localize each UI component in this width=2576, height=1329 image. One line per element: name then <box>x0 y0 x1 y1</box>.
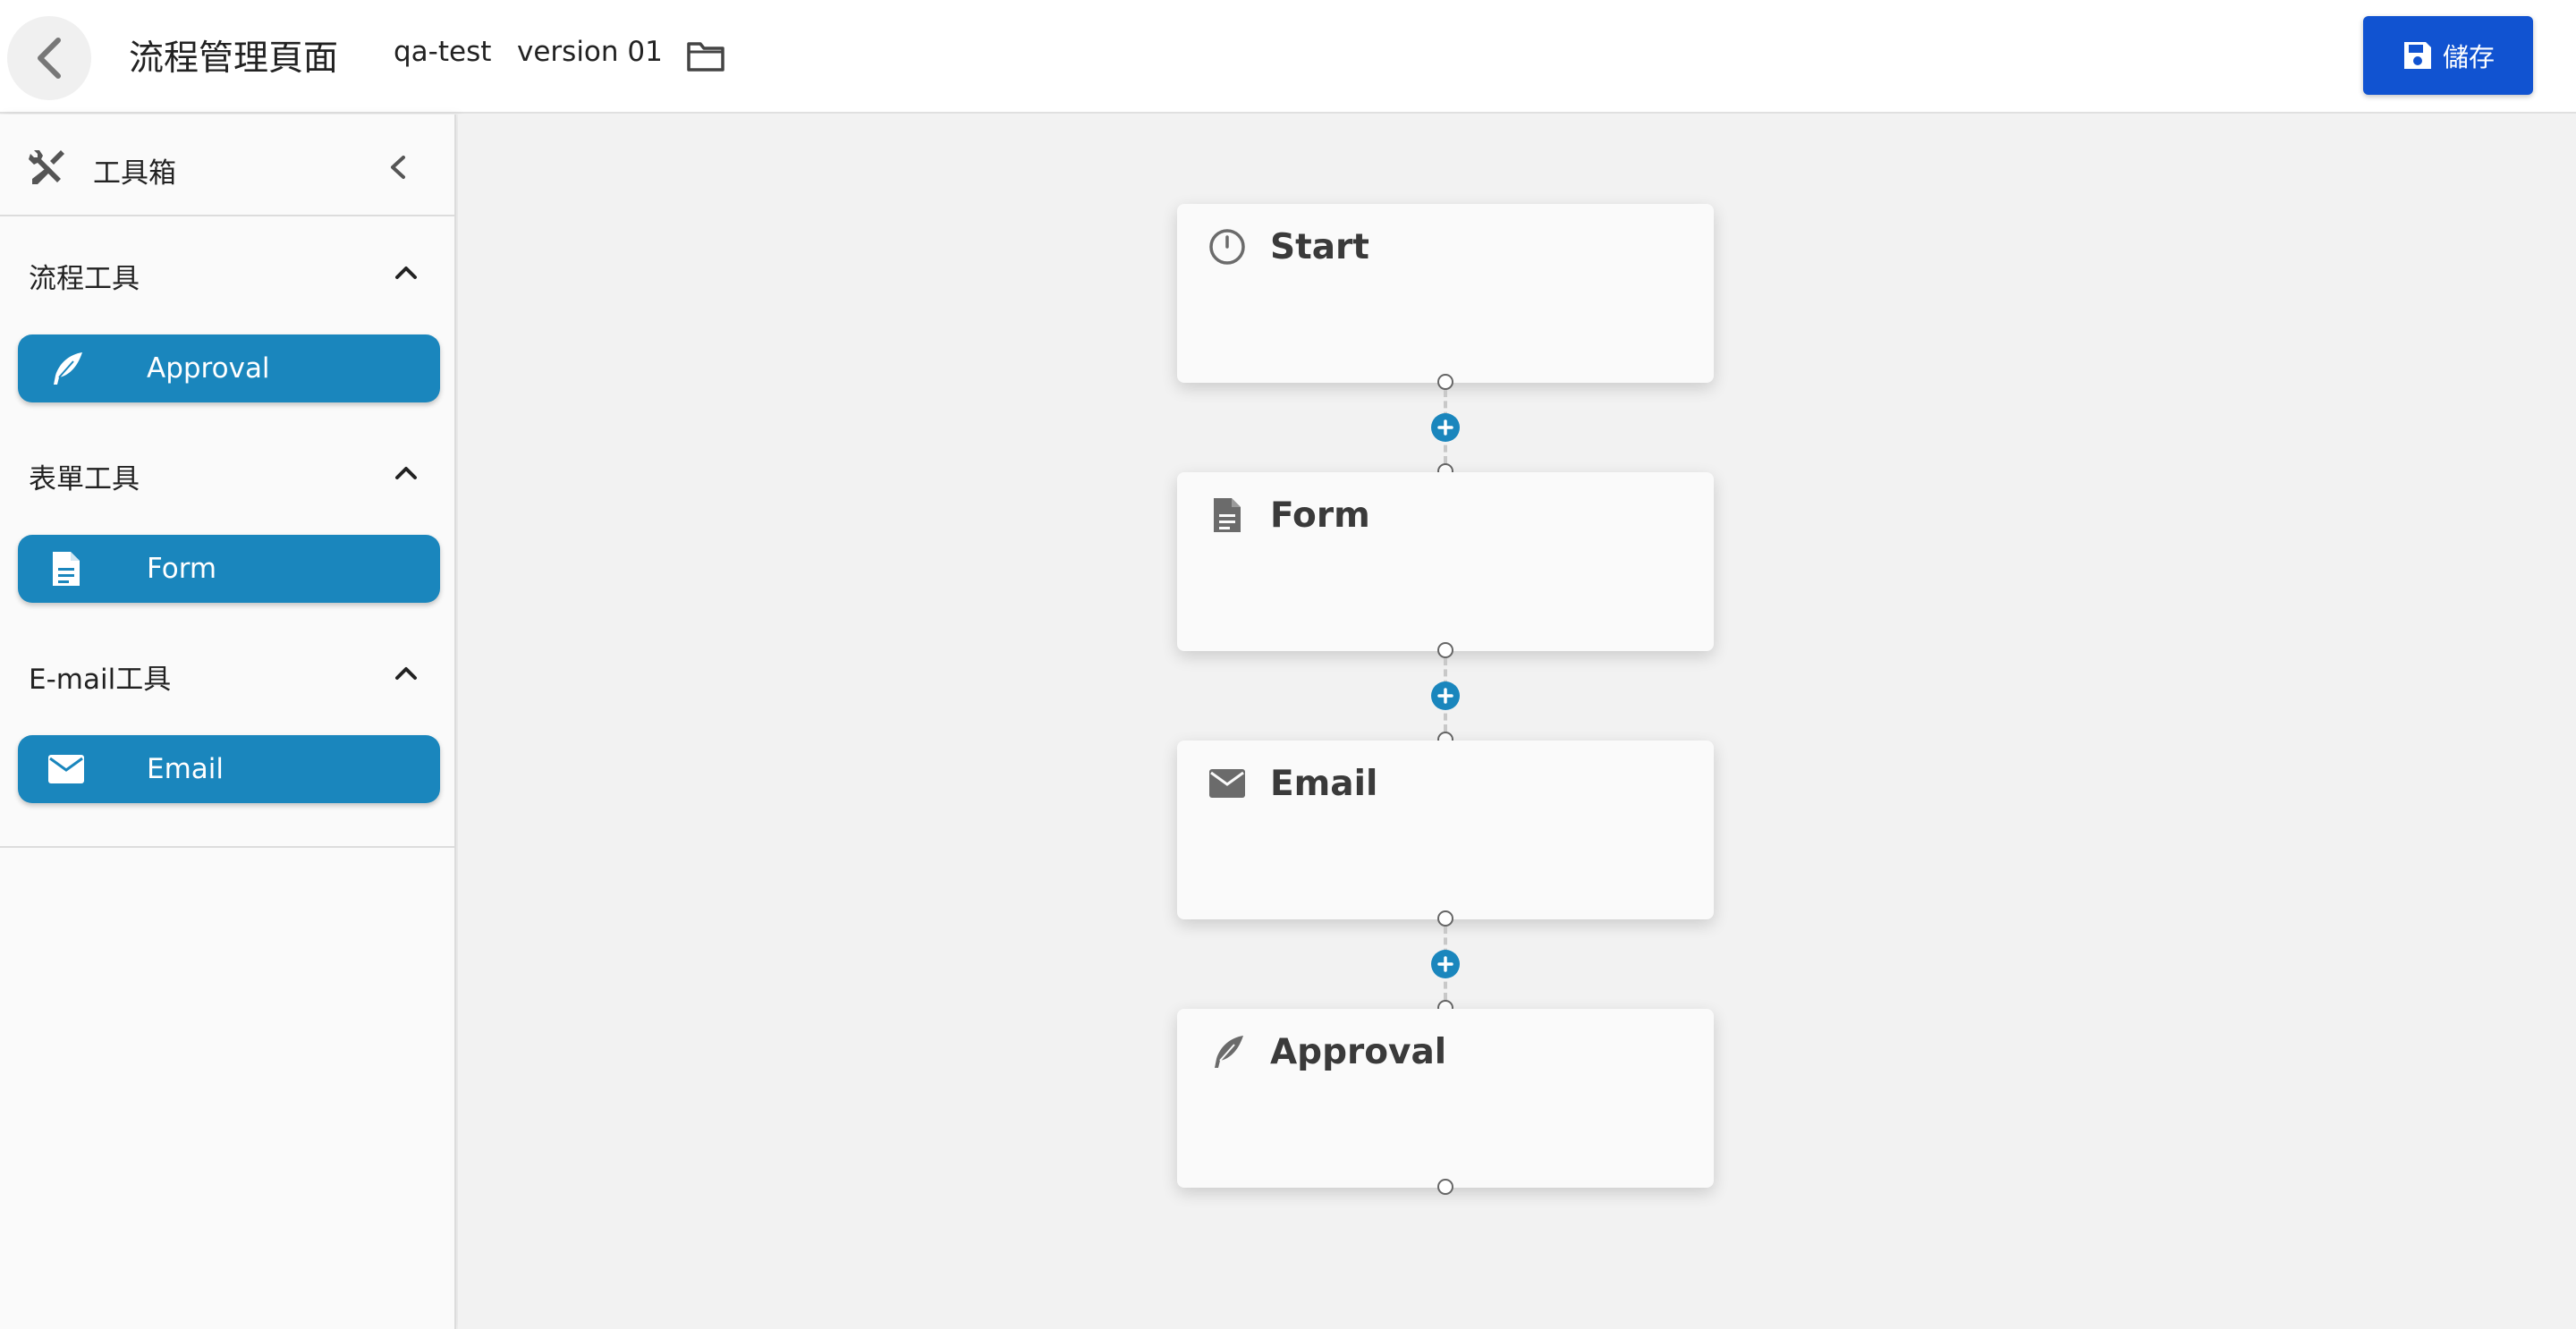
section-header-form-tools[interactable]: 表單工具 <box>0 436 454 508</box>
tool-label: Form <box>147 553 217 585</box>
feather-icon <box>47 349 86 388</box>
flow-canvas[interactable]: Start Form Email Approval <box>458 114 2576 1329</box>
project-name: qa-test <box>394 36 492 68</box>
chevron-up-icon <box>388 454 424 490</box>
plus-icon <box>1437 419 1453 436</box>
node-output-port[interactable] <box>1437 642 1453 658</box>
app-header: 流程管理頁面 qa-test version 01 儲存 <box>0 0 2576 114</box>
clock-icon <box>1208 227 1247 267</box>
document-icon <box>47 549 86 588</box>
add-step-button[interactable] <box>1431 681 1460 710</box>
back-button[interactable] <box>7 16 91 100</box>
envelope-icon <box>47 749 86 789</box>
node-label: Form <box>1270 495 1370 536</box>
floppy-disk-icon <box>2403 42 2431 69</box>
tool-form-button[interactable]: Form <box>18 535 440 603</box>
node-label: Email <box>1270 764 1378 804</box>
tool-label: Approval <box>147 352 270 385</box>
add-step-button[interactable] <box>1431 413 1460 442</box>
node-output-port[interactable] <box>1437 1179 1453 1195</box>
tool-email-button[interactable]: Email <box>18 735 440 803</box>
version-name: version 01 <box>517 36 663 68</box>
toolbox-collapse-button[interactable] <box>377 147 419 188</box>
toolbox-panel: 工具箱 流程工具 Approval 表單工具 Form E-mail工具 Ema… <box>0 114 456 1329</box>
section-header-email-tools[interactable]: E-mail工具 <box>0 637 454 708</box>
tool-label: Email <box>147 753 225 785</box>
flow-node-email[interactable]: Email <box>1177 741 1714 919</box>
page-title: 流程管理頁面 <box>129 38 339 79</box>
chevron-left-icon <box>38 38 61 79</box>
plus-icon <box>1437 688 1453 704</box>
save-button[interactable]: 儲存 <box>2363 16 2533 95</box>
feather-icon <box>1208 1032 1247 1071</box>
folder-button[interactable] <box>683 34 728 79</box>
sidebar-divider <box>0 846 454 848</box>
flow-node-form[interactable]: Form <box>1177 472 1714 651</box>
envelope-icon <box>1208 764 1247 803</box>
node-label: Approval <box>1270 1032 1447 1072</box>
document-icon <box>1208 495 1247 535</box>
flow-node-start[interactable]: Start <box>1177 204 1714 383</box>
section-label: 表單工具 <box>29 463 140 495</box>
chevron-up-icon <box>388 254 424 290</box>
chevron-up-icon <box>388 655 424 690</box>
toolbox-title: 工具箱 <box>93 157 176 190</box>
tool-approval-button[interactable]: Approval <box>18 334 440 402</box>
node-output-port[interactable] <box>1437 910 1453 927</box>
section-label: E-mail工具 <box>29 664 172 696</box>
chevron-left-icon <box>391 156 405 179</box>
save-button-label: 儲存 <box>2442 42 2495 72</box>
section-label: 流程工具 <box>29 263 140 295</box>
node-label: Start <box>1270 227 1369 267</box>
node-output-port[interactable] <box>1437 374 1453 390</box>
add-step-button[interactable] <box>1431 950 1460 978</box>
folder-outline-icon <box>687 42 724 72</box>
wrench-screwdriver-icon <box>29 150 64 184</box>
section-header-flow-tools[interactable]: 流程工具 <box>0 236 454 308</box>
plus-icon <box>1437 956 1453 972</box>
toolbox-header: 工具箱 <box>0 114 454 216</box>
flow-node-approval[interactable]: Approval <box>1177 1009 1714 1188</box>
